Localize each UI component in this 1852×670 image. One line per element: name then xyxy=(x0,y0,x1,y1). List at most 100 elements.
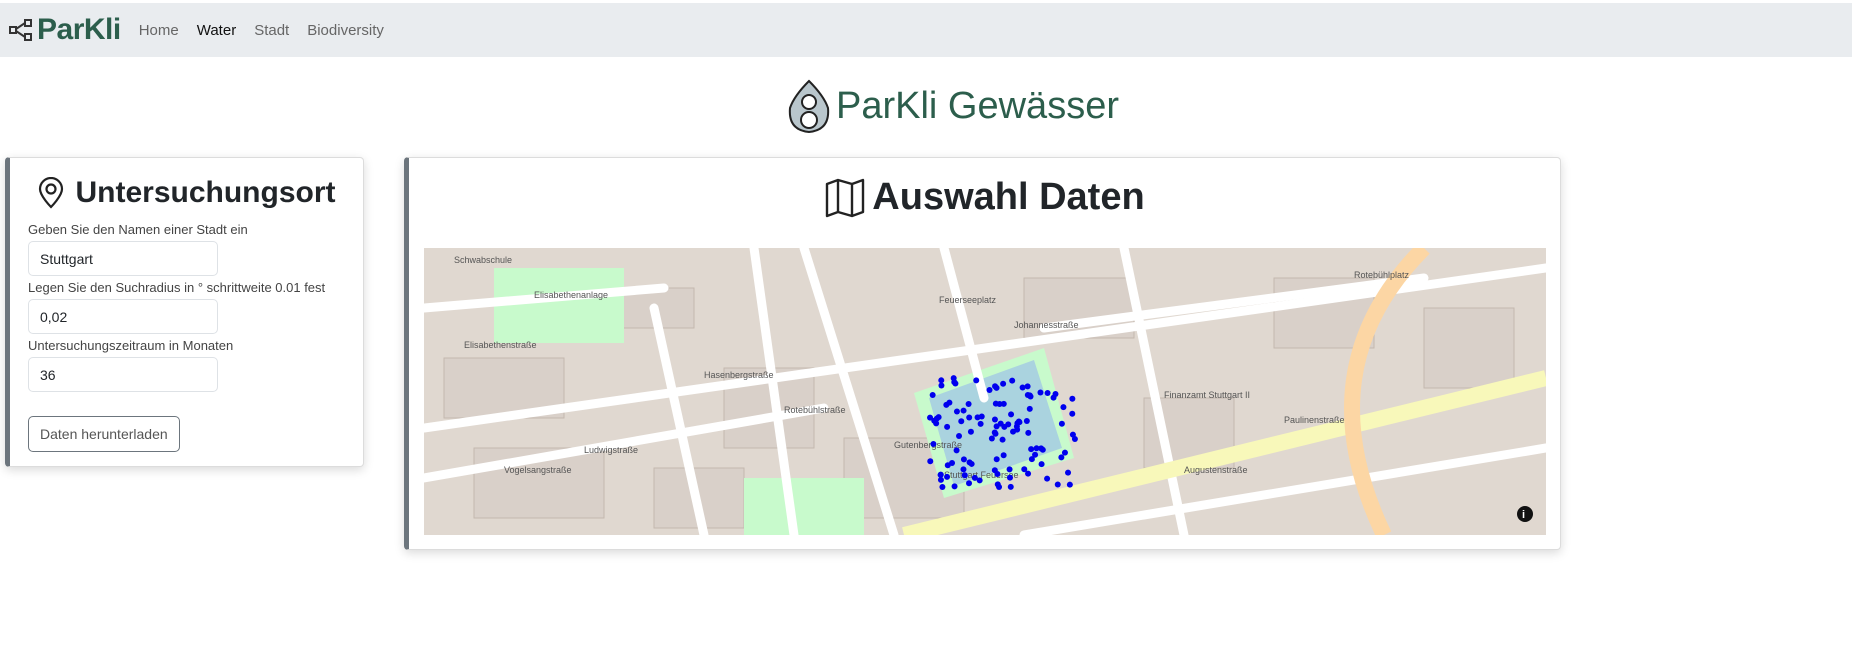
map-marker[interactable] xyxy=(1021,466,1028,473)
map-marker[interactable] xyxy=(946,399,953,406)
map-marker[interactable] xyxy=(971,474,978,481)
map-marker[interactable] xyxy=(929,391,936,398)
map-marker[interactable] xyxy=(1066,481,1073,488)
map-marker[interactable] xyxy=(1009,377,1016,384)
map-marker[interactable] xyxy=(974,414,981,421)
nav-water[interactable]: Water xyxy=(197,22,236,39)
map-marker[interactable] xyxy=(993,456,1000,463)
title-text: Auswahl Daten xyxy=(872,176,1145,218)
park xyxy=(744,478,864,535)
map-marker[interactable] xyxy=(1019,384,1026,391)
map-marker[interactable] xyxy=(956,433,963,440)
map-marker[interactable] xyxy=(1058,420,1065,427)
map-marker[interactable] xyxy=(1026,405,1033,412)
map-marker[interactable] xyxy=(1000,452,1007,459)
map-marker[interactable] xyxy=(996,483,1003,490)
map-marker[interactable] xyxy=(1033,445,1040,452)
map-marker[interactable] xyxy=(944,423,951,430)
map-marker[interactable] xyxy=(1014,426,1021,433)
map-marker[interactable] xyxy=(1065,469,1072,476)
map-canvas[interactable]: Elisabethenstraße Ludwigstraße Vogelsangst… xyxy=(424,248,1546,535)
map-marker[interactable] xyxy=(967,428,974,435)
map-marker[interactable] xyxy=(961,472,968,479)
nav-home[interactable]: Home xyxy=(139,22,179,39)
map-marker[interactable] xyxy=(1038,461,1045,468)
map-marker[interactable] xyxy=(953,447,960,454)
map-marker[interactable] xyxy=(1001,423,1008,430)
map-marker[interactable] xyxy=(930,441,937,448)
map-marker[interactable] xyxy=(991,429,998,436)
map-marker[interactable] xyxy=(938,382,945,389)
map-marker[interactable] xyxy=(1023,418,1030,425)
map-label: Rotebühlplatz xyxy=(1354,270,1410,280)
map-marker[interactable] xyxy=(988,435,995,442)
page-title-text: ParKli Gewässer xyxy=(836,84,1119,127)
map-marker[interactable] xyxy=(1008,411,1015,418)
period-label: Untersuchungszeitraum in Monaten xyxy=(28,338,234,353)
map-marker[interactable] xyxy=(944,462,951,469)
map-marker[interactable] xyxy=(966,414,973,421)
map-marker[interactable] xyxy=(960,466,967,473)
map-marker[interactable] xyxy=(927,458,934,465)
map-marker[interactable] xyxy=(1069,410,1076,417)
map-marker[interactable] xyxy=(1028,446,1035,453)
map-marker[interactable] xyxy=(1054,481,1061,488)
map-marker[interactable] xyxy=(931,417,938,424)
map-marker[interactable] xyxy=(960,456,967,463)
map-marker[interactable] xyxy=(1007,483,1014,490)
data-card-title: Auswahl Daten xyxy=(409,176,1560,219)
map-marker[interactable] xyxy=(992,383,999,390)
nav-biodiversity[interactable]: Biodiversity xyxy=(307,22,384,39)
map-marker[interactable] xyxy=(938,377,945,384)
radius-input[interactable] xyxy=(28,299,218,334)
map-marker[interactable] xyxy=(977,420,984,427)
map-marker[interactable] xyxy=(944,473,951,480)
map-marker[interactable] xyxy=(960,407,967,414)
map-marker[interactable] xyxy=(1069,431,1076,438)
nav-stadt[interactable]: Stadt xyxy=(254,22,289,39)
map-marker[interactable] xyxy=(991,416,998,423)
map-marker[interactable] xyxy=(973,377,980,384)
map-label: Johannesstraße xyxy=(1014,320,1079,330)
map-marker[interactable] xyxy=(1015,418,1022,425)
map-label: Elisabethenanlage xyxy=(534,290,608,300)
map-marker[interactable] xyxy=(950,375,957,382)
map-marker[interactable] xyxy=(953,408,960,415)
title-text: Untersuchungsort xyxy=(75,176,336,209)
city-input[interactable] xyxy=(28,241,218,276)
map-marker[interactable] xyxy=(1058,454,1065,461)
map-label: Paulinenstraße xyxy=(1284,415,1345,425)
map-marker[interactable] xyxy=(1050,394,1057,401)
map-label: Hasenbergstraße xyxy=(704,370,774,380)
map-marker[interactable] xyxy=(966,480,973,487)
map-marker[interactable] xyxy=(1025,429,1032,436)
map-marker[interactable] xyxy=(1037,389,1044,396)
map-marker[interactable] xyxy=(951,483,958,490)
map-marker[interactable] xyxy=(966,459,973,466)
map-marker[interactable] xyxy=(1044,390,1051,397)
map-marker[interactable] xyxy=(1061,449,1068,456)
map-pin-icon xyxy=(39,177,64,209)
map-marker[interactable] xyxy=(965,401,972,408)
map-marker[interactable] xyxy=(1044,475,1051,482)
map-marker[interactable] xyxy=(1024,383,1031,390)
brand-logo[interactable]: ParKli xyxy=(8,13,121,47)
map-marker[interactable] xyxy=(1027,393,1034,400)
map-marker[interactable] xyxy=(1006,474,1013,481)
map-label: Vogelsangstraße xyxy=(504,465,572,475)
period-input[interactable] xyxy=(28,357,218,392)
map-marker[interactable] xyxy=(958,418,965,425)
map-marker[interactable] xyxy=(1006,466,1013,473)
map-marker[interactable] xyxy=(937,471,944,478)
map-marker[interactable] xyxy=(1060,404,1067,411)
map-marker[interactable] xyxy=(1069,395,1076,402)
map-marker[interactable] xyxy=(994,470,1001,477)
map-marker[interactable] xyxy=(1032,451,1039,458)
map-marker[interactable] xyxy=(996,400,1003,407)
download-data-button[interactable]: Daten herunterladen xyxy=(28,416,180,452)
map-marker[interactable] xyxy=(986,386,993,393)
map-marker[interactable] xyxy=(1000,380,1007,387)
map-marker[interactable] xyxy=(939,483,946,490)
map-view[interactable]: Elisabethenstraße Ludwigstraße Vogelsangst… xyxy=(424,248,1546,535)
map-marker[interactable] xyxy=(999,436,1006,443)
